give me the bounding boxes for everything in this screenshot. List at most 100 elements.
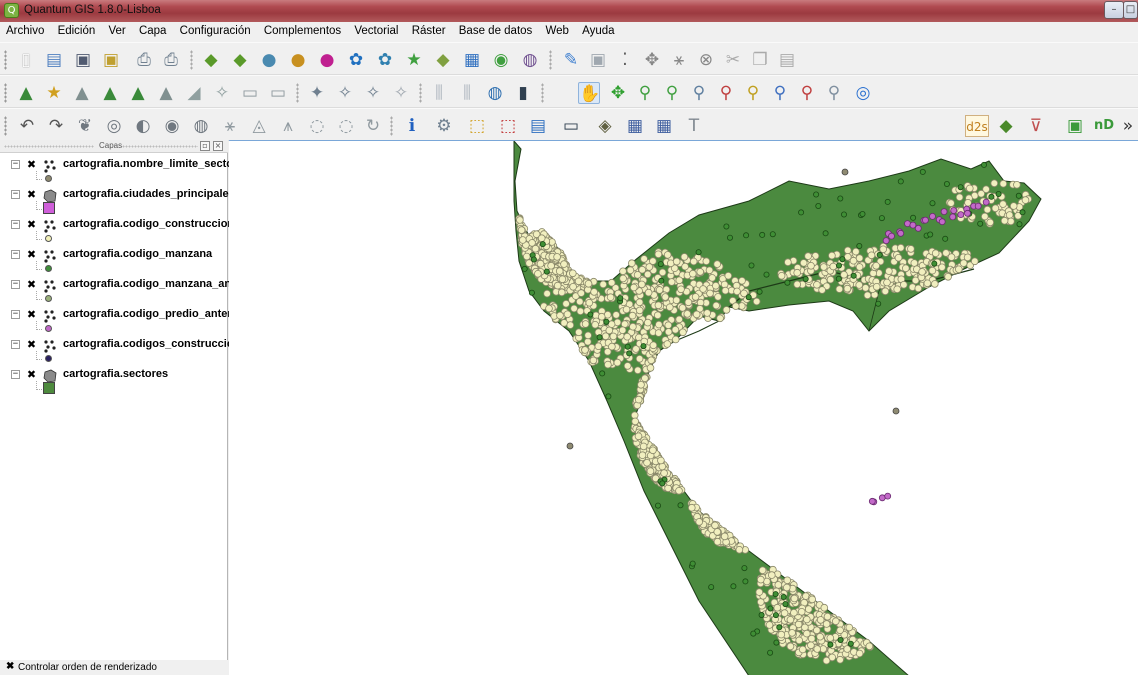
menu-complementos[interactable]: Complementos: [259, 22, 346, 37]
measure-line-icon[interactable]: ▭: [560, 115, 582, 137]
collapse-icon[interactable]: −: [11, 340, 20, 349]
header-grip[interactable]: [122, 145, 198, 148]
split-features-icon[interactable]: ⩚: [277, 115, 299, 137]
render-order-checkbox[interactable]: ✖: [6, 662, 16, 672]
add-wms-layer-icon[interactable]: ✿: [345, 49, 367, 71]
paste-features-icon[interactable]: ▤: [776, 49, 798, 71]
layer-item[interactable]: − ✖ cartografia.codigo_construccion: [0, 218, 234, 248]
zoom-to-layer-icon[interactable]: ⚲: [742, 82, 764, 104]
tips-icon[interactable]: ✧: [211, 82, 233, 104]
layer-name[interactable]: cartografia.codigos_construccion: [63, 338, 240, 350]
add-feature-icon[interactable]: ⁚: [614, 49, 636, 71]
bookmark-icon[interactable]: ★: [43, 82, 65, 104]
maximize-button[interactable]: □: [1123, 1, 1138, 19]
attribute-table-small-icon[interactable]: ▤: [527, 115, 549, 137]
layer-visibility-checkbox[interactable]: ✖: [26, 159, 37, 170]
add-part-icon[interactable]: ◐: [132, 115, 154, 137]
layer-name[interactable]: cartografia.nombre_limite_sector: [63, 158, 237, 170]
menu-configuracion[interactable]: Configuración: [175, 22, 256, 37]
merge-attributes-icon[interactable]: ◌: [335, 115, 357, 137]
layer-name[interactable]: cartografia.codigo_manzana_ante...: [63, 278, 250, 290]
save-edits-icon[interactable]: ▣: [587, 49, 609, 71]
text-annotation-icon[interactable]: T: [683, 115, 705, 137]
undo-icon[interactable]: ↶: [16, 115, 38, 137]
collapse-icon[interactable]: −: [11, 250, 20, 259]
map-canvas[interactable]: [229, 140, 1138, 675]
toolbar-grip[interactable]: [4, 83, 7, 103]
menu-raster[interactable]: Ráster: [407, 22, 451, 37]
node-tool-icon[interactable]: ⚹: [668, 49, 690, 71]
float-panel-button[interactable]: ▫: [200, 141, 210, 151]
zoom-native-icon[interactable]: ⚲: [823, 82, 845, 104]
layer-name[interactable]: cartografia.codigo_predio_anterior: [63, 308, 246, 320]
delete-part-icon[interactable]: ◍: [190, 115, 212, 137]
db-manager-icon[interactable]: ◍: [519, 49, 541, 71]
layer-item[interactable]: − ✖ cartografia.codigo_manzana: [0, 248, 228, 278]
vector-filter-icon[interactable]: ⊽: [1025, 115, 1047, 137]
plugin-icon[interactable]: ✧: [362, 82, 384, 104]
layer-visibility-checkbox[interactable]: ✖: [26, 339, 37, 350]
layer-visibility-checkbox[interactable]: ✖: [26, 249, 37, 260]
layer-item[interactable]: − ✖ cartografia.codigo_predio_anterior: [0, 308, 246, 338]
nd-icon[interactable]: nD: [1093, 115, 1115, 137]
field-calculator-icon[interactable]: ▲: [127, 82, 149, 104]
add-vector-layer-icon[interactable]: ◆: [200, 49, 222, 71]
layer-name[interactable]: cartografia.sectores: [63, 368, 168, 380]
zoom-next-icon[interactable]: ⚲: [796, 82, 818, 104]
add-postgis-layer-icon[interactable]: ●: [258, 49, 280, 71]
add-mssql-layer-icon[interactable]: ●: [316, 49, 338, 71]
graph-icon[interactable]: ✧: [334, 82, 356, 104]
reshape-icon[interactable]: ⚹: [219, 115, 241, 137]
layer-visibility-checkbox[interactable]: ✖: [26, 219, 37, 230]
simplify-icon[interactable]: ❦: [74, 115, 96, 137]
merge-features-icon[interactable]: ◌: [306, 115, 328, 137]
open-project-icon[interactable]: ▤: [43, 49, 65, 71]
gps-icon[interactable]: ✦: [306, 82, 328, 104]
measure-icon[interactable]: ▲: [71, 82, 93, 104]
menu-capa[interactable]: Capa: [134, 22, 172, 37]
annotation-icon[interactable]: ◈: [594, 115, 616, 137]
layer-symbol[interactable]: [45, 325, 52, 332]
zoom-full-icon[interactable]: ⚲: [688, 82, 710, 104]
zoom-last-icon[interactable]: ⚲: [769, 82, 791, 104]
raster-calculator-icon[interactable]: ▮: [512, 82, 534, 104]
statistics-icon[interactable]: ▲: [155, 82, 177, 104]
layer-symbol[interactable]: [43, 382, 55, 394]
new-project-icon[interactable]: ▯: [15, 49, 37, 71]
layer-item[interactable]: − ✖ cartografia.codigos_construccion: [0, 338, 240, 368]
header-grip[interactable]: [4, 145, 94, 148]
layer-visibility-checkbox[interactable]: ✖: [26, 369, 37, 380]
refresh-icon[interactable]: ◎: [852, 82, 874, 104]
new-vector-layer-icon[interactable]: ◆: [432, 49, 454, 71]
attribute-table-icon[interactable]: ▲: [99, 82, 121, 104]
menu-base-de-datos[interactable]: Base de datos: [454, 22, 538, 37]
minimize-button[interactable]: –: [1104, 1, 1124, 19]
copy-features-icon[interactable]: ❐: [749, 49, 771, 71]
move-feature-icon[interactable]: ✥: [641, 49, 663, 71]
layer-symbol[interactable]: [45, 355, 52, 362]
action-icon[interactable]: ⚙: [433, 115, 455, 137]
layer-symbol[interactable]: [43, 202, 55, 214]
pan-icon[interactable]: ✋: [578, 82, 600, 104]
print-composer-icon[interactable]: ⎙: [133, 49, 155, 71]
deselect-icon[interactable]: ⬚: [497, 115, 519, 137]
toggle-editing-icon[interactable]: ✎: [560, 49, 582, 71]
identify-icon[interactable]: ℹ: [401, 115, 423, 137]
toolbar-grip[interactable]: [4, 50, 7, 70]
collapse-icon[interactable]: −: [11, 160, 20, 169]
georeferencer-icon[interactable]: ▭: [267, 82, 289, 104]
toolbar-grip[interactable]: [4, 116, 7, 136]
menu-vectorial[interactable]: Vectorial: [349, 22, 403, 37]
composer-manager-icon[interactable]: ⎙: [160, 49, 182, 71]
layer-item[interactable]: − ✖ cartografia.codigo_manzana_ante...: [0, 278, 250, 308]
layer-visibility-checkbox[interactable]: ✖: [26, 309, 37, 320]
delete-ring-icon[interactable]: ◉: [161, 115, 183, 137]
delete-selected-icon[interactable]: ⊗: [695, 49, 717, 71]
layer-symbol[interactable]: [45, 265, 52, 272]
save-as-icon[interactable]: ▣: [100, 49, 122, 71]
raster-green-icon[interactable]: ▣: [1064, 115, 1086, 137]
layer-symbol[interactable]: [45, 235, 52, 242]
menu-web[interactable]: Web: [541, 22, 574, 37]
menu-ayuda[interactable]: Ayuda: [577, 22, 619, 37]
label-tool-icon[interactable]: ◢: [183, 82, 205, 104]
